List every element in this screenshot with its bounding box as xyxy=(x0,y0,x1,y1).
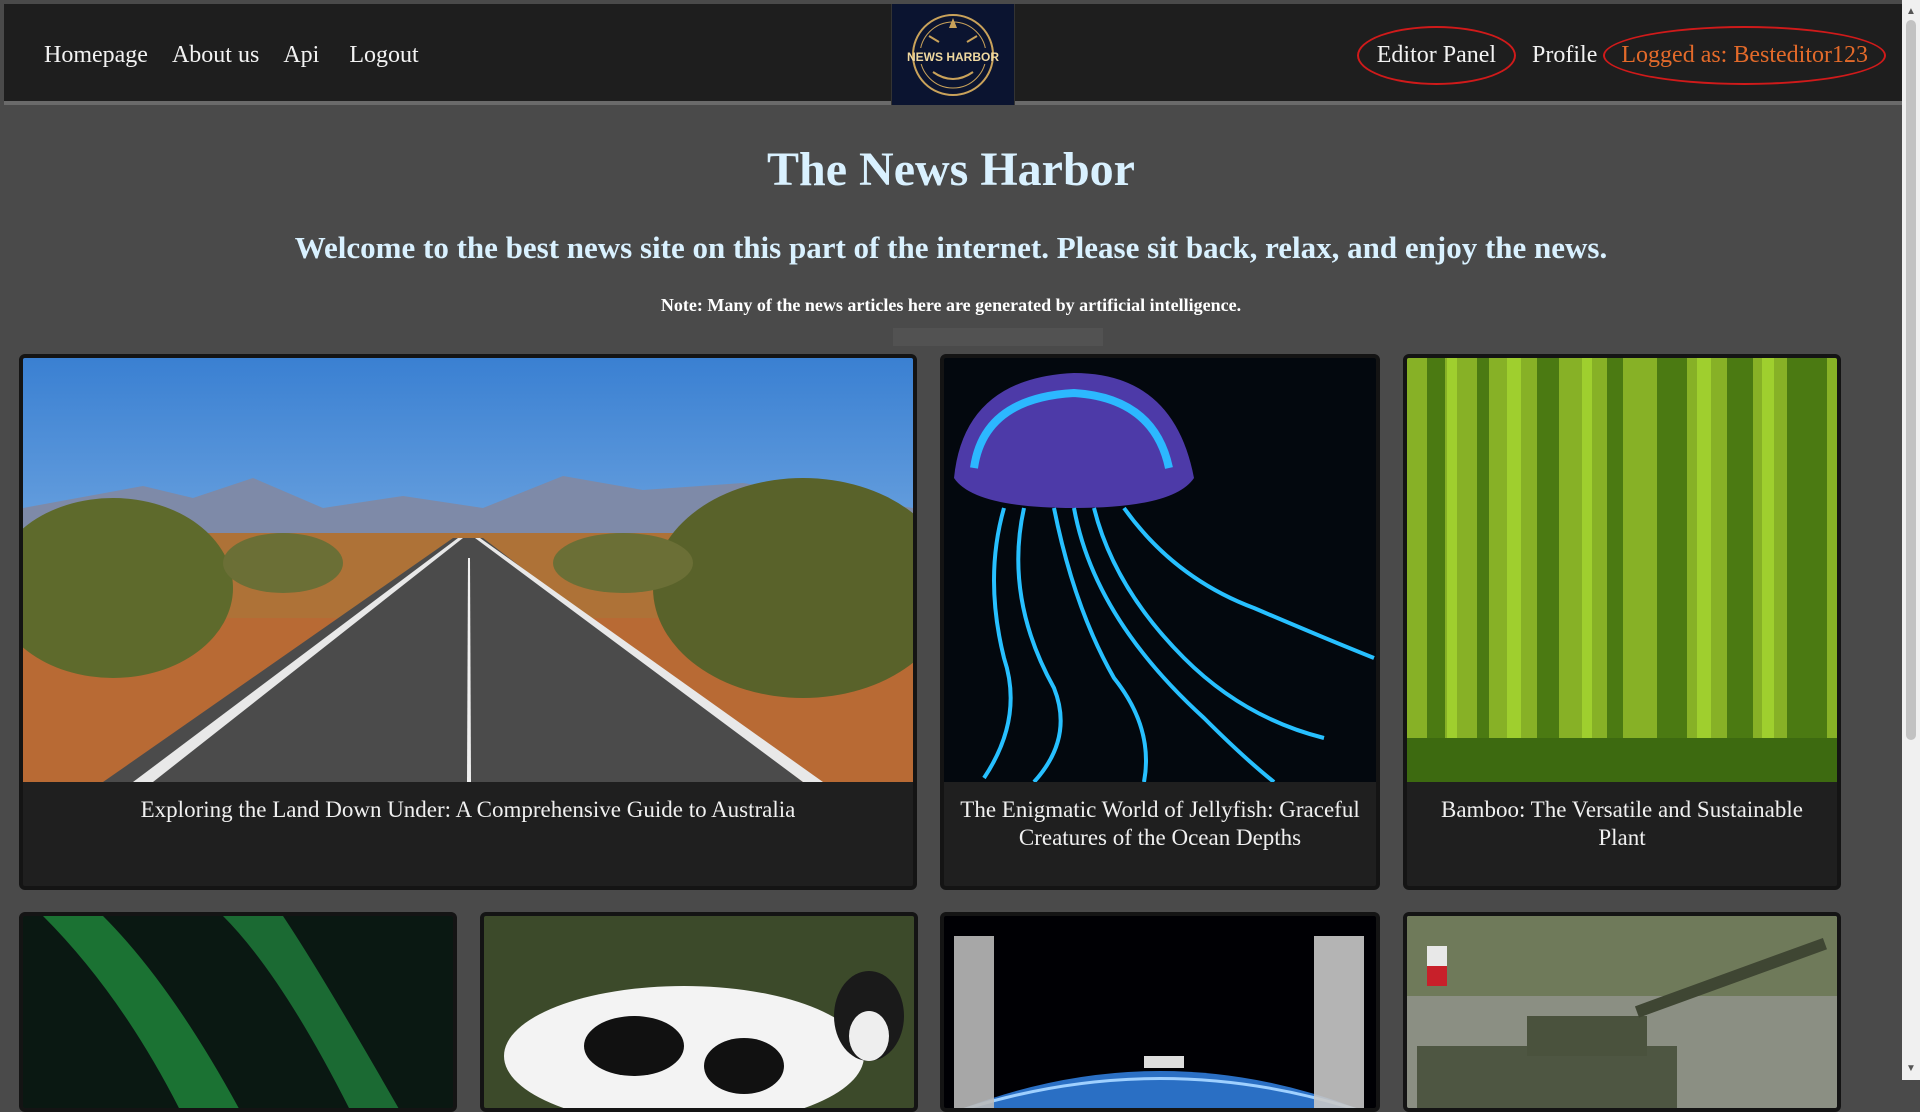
article-card-cow[interactable] xyxy=(480,912,918,1112)
bamboo-forest-image xyxy=(1407,358,1837,782)
vertical-scrollbar[interactable]: ▲ ▼ xyxy=(1902,0,1920,1080)
profile-link[interactable]: Profile xyxy=(1532,42,1597,69)
top-navbar: Homepage About us Api Logout NEWS HARBOR… xyxy=(4,4,1902,105)
nav-about-link[interactable]: About us xyxy=(172,42,259,69)
jellyfish-image xyxy=(944,358,1376,782)
site-logo[interactable]: NEWS HARBOR xyxy=(891,4,1015,105)
aurora-image xyxy=(23,916,453,1108)
nav-logout-link[interactable]: Logout xyxy=(349,42,418,69)
article-card-aurora[interactable] xyxy=(19,912,457,1112)
tank-image xyxy=(1407,916,1837,1108)
scrollbar-thumb[interactable] xyxy=(1906,20,1916,740)
article-card-australia[interactable]: Exploring the Land Down Under: A Compreh… xyxy=(19,354,917,890)
logged-as-label: Logged as: Besteditor123 xyxy=(1603,26,1886,85)
article-title[interactable]: Bamboo: The Versatile and Sustainable Pl… xyxy=(1415,796,1829,852)
article-card-space-station[interactable] xyxy=(940,912,1380,1112)
scroll-down-arrow-icon[interactable]: ▼ xyxy=(1906,1063,1916,1074)
page-subtitle: Welcome to the best news site on this pa… xyxy=(294,230,1608,265)
article-card-bamboo[interactable]: Bamboo: The Versatile and Sustainable Pl… xyxy=(1403,354,1841,890)
space-station-image xyxy=(944,916,1376,1108)
user-nav: Editor Panel Profile Logged as: Bestedit… xyxy=(1356,26,1886,85)
editor-panel-link[interactable]: Editor Panel xyxy=(1356,26,1517,85)
article-card-jellyfish[interactable]: The Enigmatic World of Jellyfish: Gracef… xyxy=(940,354,1380,890)
faded-element xyxy=(893,328,1103,346)
news-harbor-logo-icon: NEWS HARBOR xyxy=(907,13,999,96)
scroll-up-arrow-icon[interactable]: ▲ xyxy=(1906,6,1916,17)
article-title[interactable]: Exploring the Land Down Under: A Compreh… xyxy=(31,796,905,824)
svg-text:NEWS HARBOR: NEWS HARBOR xyxy=(907,50,999,64)
ai-note: Note: Many of the news articles here are… xyxy=(660,295,1242,315)
cow-image xyxy=(484,916,914,1108)
nav-homepage-link[interactable]: Homepage xyxy=(44,42,148,69)
nav-api-link[interactable]: Api xyxy=(283,42,319,69)
article-card-tank[interactable] xyxy=(1403,912,1841,1112)
main-nav: Homepage About us Api Logout xyxy=(44,42,419,69)
page-title: The News Harbor xyxy=(767,143,1135,196)
article-title[interactable]: The Enigmatic World of Jellyfish: Gracef… xyxy=(952,796,1368,852)
outback-road-image xyxy=(23,358,913,782)
